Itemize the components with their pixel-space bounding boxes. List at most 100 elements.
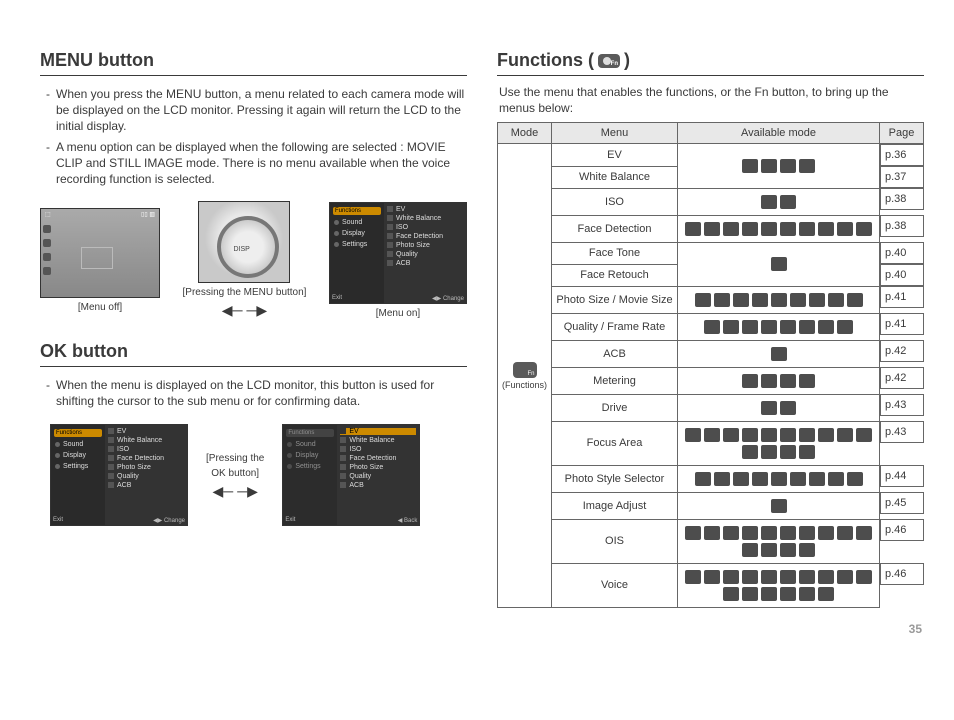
mode-icon	[837, 428, 853, 442]
panel-item-settings: Settings	[342, 241, 367, 248]
footer-exit: Exit	[332, 295, 342, 301]
panel2-display: Display	[63, 452, 86, 459]
mode-icon	[704, 428, 720, 442]
panel-item-sound: Sound	[342, 219, 362, 226]
mode-cell: (Functions)	[498, 144, 552, 608]
mode-icon	[856, 570, 872, 584]
th-page: Page	[880, 123, 924, 144]
mode-icon	[742, 374, 758, 388]
table-header-row: Mode Menu Available mode Page	[498, 123, 924, 144]
mode-icon	[799, 428, 815, 442]
table-row: Focus Area p.43	[498, 421, 924, 465]
functions-heading-post: )	[624, 50, 630, 71]
mode-icon	[837, 526, 853, 540]
available-modes	[678, 313, 880, 340]
mode-icon	[761, 320, 777, 334]
mode-icon	[704, 320, 720, 334]
caption-menu-on: [Menu on]	[376, 308, 420, 319]
mode-icon	[799, 445, 815, 459]
menu-button-figures: ⬚▯▯ ▥ [Menu off] DISP [Pressing the MENU…	[40, 201, 467, 319]
lcd-menu-on: Functions Sound Display Settings EV Whit…	[329, 202, 467, 304]
table-row: ISO p.38	[498, 188, 924, 215]
mode-icon	[809, 472, 825, 486]
mode-icon	[714, 472, 730, 486]
mode-icon	[828, 293, 844, 307]
mode-icon	[799, 587, 815, 601]
mode-icon	[780, 570, 796, 584]
table-row: Image Adjust p.45	[498, 492, 924, 519]
table-row: (Functions) EV p.36	[498, 144, 924, 167]
lcd-ok-before: Functions Sound Display Settings EV Whit…	[50, 424, 188, 526]
mode-icon	[761, 587, 777, 601]
ok-button-figures: Functions Sound Display Settings EV Whit…	[50, 424, 467, 526]
panel-right-iso: ISO	[396, 224, 408, 231]
panel2-sound: Sound	[63, 441, 83, 448]
mode-icon	[818, 587, 834, 601]
available-modes	[678, 215, 880, 242]
mode-icon	[818, 428, 834, 442]
functions-lead: Use the menu that enables the functions,…	[499, 84, 924, 116]
mode-icon	[761, 401, 777, 415]
fn-badge-icon	[513, 362, 537, 378]
mode-icon	[780, 428, 796, 442]
mode-icon	[752, 293, 768, 307]
mode-icon	[818, 320, 834, 334]
table-row: Metering p.42	[498, 367, 924, 394]
left-column: MENU button When you press the MENU butt…	[40, 50, 467, 608]
table-row: Drive p.43	[498, 394, 924, 421]
mode-icon	[837, 222, 853, 236]
mode-icon	[771, 293, 787, 307]
available-modes	[678, 465, 880, 492]
th-mode: Mode	[498, 123, 552, 144]
panel-right-psize: Photo Size	[396, 242, 430, 249]
mode-icon	[723, 526, 739, 540]
mode-icon	[780, 159, 796, 173]
mode-icon	[761, 159, 777, 173]
mode-icon	[695, 472, 711, 486]
figure-ok-after: Functions Sound Display Settings EV Whit…	[282, 424, 420, 526]
camera-back-illustration: DISP	[198, 201, 290, 283]
caption-pressing-ok-l2: OK button]	[211, 468, 259, 479]
available-modes	[678, 286, 880, 313]
mode-icon	[790, 293, 806, 307]
panel2-header: Functions	[54, 429, 102, 437]
mode-icon	[847, 293, 863, 307]
mode-icon	[704, 570, 720, 584]
figure-menu-on: Functions Sound Display Settings EV Whit…	[329, 202, 467, 319]
mode-icon	[780, 320, 796, 334]
mode-icon	[723, 587, 739, 601]
th-menu: Menu	[552, 123, 678, 144]
mode-icon	[761, 543, 777, 557]
mode-icon	[771, 257, 787, 271]
double-arrow-icon-2: ◀──▶	[213, 483, 258, 500]
mode-icon	[799, 570, 815, 584]
table-row: Photo Style Selector p.44	[498, 465, 924, 492]
mode-icon	[799, 543, 815, 557]
mode-icon	[761, 445, 777, 459]
mode-icon	[742, 543, 758, 557]
mode-icon	[771, 472, 787, 486]
ok-bullet: When the menu is displayed on the LCD mo…	[46, 377, 467, 409]
available-modes	[678, 340, 880, 367]
mode-icon	[790, 472, 806, 486]
panel-right-acb: ACB	[396, 260, 410, 267]
figure-ok-before: Functions Sound Display Settings EV Whit…	[50, 424, 188, 526]
lcd-preview-menu-off: ⬚▯▯ ▥	[40, 208, 160, 298]
panel-item-display: Display	[342, 230, 365, 237]
mode-icon	[847, 472, 863, 486]
mode-icon	[780, 526, 796, 540]
mode-icon	[761, 222, 777, 236]
figure-ok-center: [Pressing the OK button] ◀──▶	[206, 449, 264, 500]
mode-icon	[799, 159, 815, 173]
mode-icon	[837, 320, 853, 334]
mode-icon	[742, 445, 758, 459]
mode-icon	[799, 526, 815, 540]
mode-icon	[704, 526, 720, 540]
mode-icon	[685, 570, 701, 584]
mode-icon	[837, 570, 853, 584]
mode-icon	[771, 347, 787, 361]
mode-icon	[799, 374, 815, 388]
caption-pressing-menu: [Pressing the MENU button]	[183, 287, 307, 298]
mode-icon	[799, 320, 815, 334]
figure-camera-dpad: DISP [Pressing the MENU button] ◀──▶	[183, 201, 307, 319]
